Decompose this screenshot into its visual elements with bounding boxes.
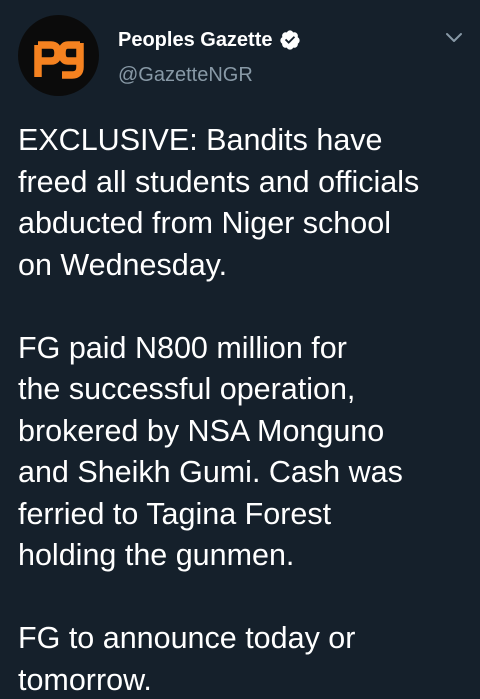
- tweet-text: EXCLUSIVE: Bandits have freed all studen…: [18, 120, 478, 699]
- peoples-gazette-logo: [34, 41, 84, 79]
- avatar[interactable]: [18, 15, 99, 96]
- display-name-row: Peoples Gazette: [118, 27, 301, 53]
- tweet-paragraph: FG to announce today or tomorrow.: [18, 621, 356, 697]
- handle[interactable]: @GazetteNGR: [118, 64, 253, 87]
- tweet-paragraph: EXCLUSIVE: Bandits have freed all studen…: [18, 123, 420, 282]
- tweet-card[interactable]: Peoples Gazette @GazetteNGR EXCLUSIVE: B…: [0, 0, 480, 699]
- chevron-down-icon[interactable]: [443, 30, 465, 46]
- verified-badge-icon: [279, 29, 301, 51]
- display-name[interactable]: Peoples Gazette: [118, 29, 273, 52]
- tweet-paragraph: FG paid N800 million for the successful …: [18, 330, 403, 573]
